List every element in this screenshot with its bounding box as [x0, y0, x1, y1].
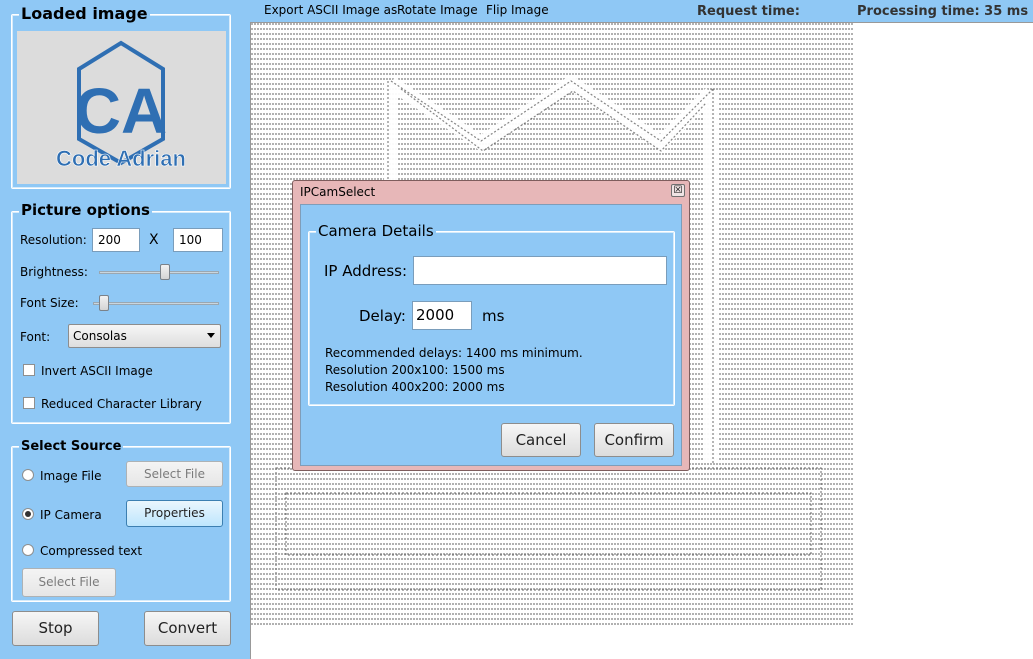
resolution-200-note: Resolution 200x100: 1500 ms: [325, 363, 505, 377]
logo-letters: CA: [75, 75, 167, 147]
ip-camera-label: IP Camera: [40, 508, 102, 522]
image-file-label: Image File: [40, 469, 102, 483]
menu-export[interactable]: Export ASCII Image as: [264, 3, 397, 17]
font-select[interactable]: Consolas: [68, 324, 221, 348]
dialog-body: Camera Details IP Address: Delay: 2000 m…: [300, 204, 682, 466]
menu-flip[interactable]: Flip Image: [486, 3, 549, 17]
brightness-label: Brightness:: [20, 265, 88, 279]
logo-caption: Code Adrian: [56, 146, 186, 171]
code-adrian-logo: CA Code Adrian: [56, 40, 186, 171]
font-select-value: Consolas: [73, 329, 127, 343]
cancel-button[interactable]: Cancel: [501, 423, 581, 457]
ipcam-select-dialog: IPCamSelect ☒ Camera Details IP Address:…: [292, 180, 690, 471]
reduced-library-checkbox[interactable]: [23, 397, 35, 409]
request-time-label: Request time:: [697, 4, 800, 19]
loaded-image-preview: CA Code Adrian: [17, 31, 226, 184]
image-file-radio[interactable]: [22, 469, 34, 481]
loaded-image-group: Loaded image CA Code Adrian: [11, 4, 231, 189]
resolution-height-input[interactable]: 100: [173, 228, 223, 252]
brightness-slider-thumb[interactable]: [160, 264, 170, 280]
picture-options-title: Picture options: [19, 201, 152, 219]
close-icon[interactable]: ☒: [671, 184, 685, 197]
dialog-titlebar[interactable]: IPCamSelect: [293, 181, 689, 202]
recommended-delay-note: Recommended delays: 1400 ms minimum.: [325, 346, 583, 360]
camera-details-title: Camera Details: [316, 222, 436, 240]
ip-camera-radio[interactable]: [22, 508, 34, 520]
reduced-library-label: Reduced Character Library: [41, 397, 202, 411]
font-size-slider[interactable]: [93, 302, 219, 305]
convert-button[interactable]: Convert: [144, 611, 231, 646]
compressed-select-file-button[interactable]: Select File: [22, 568, 116, 597]
font-label: Font:: [20, 330, 51, 344]
font-size-label: Font Size:: [20, 296, 79, 310]
resolution-400-note: Resolution 400x200: 2000 ms: [325, 380, 505, 394]
invert-checkbox[interactable]: [23, 364, 35, 376]
delay-label: Delay:: [359, 307, 406, 325]
select-source-group: Select Source Image File Select File IP …: [11, 439, 231, 602]
compressed-text-label: Compressed text: [40, 544, 143, 558]
chevron-down-icon: [207, 333, 215, 338]
confirm-button[interactable]: Confirm: [594, 423, 674, 457]
brightness-slider[interactable]: [99, 271, 219, 274]
dialog-title: IPCamSelect: [300, 185, 376, 199]
resolution-label: Resolution:: [20, 233, 87, 247]
invert-label: Invert ASCII Image: [41, 364, 153, 378]
picture-options-group: Picture options Resolution: 200 X 100 Br…: [11, 201, 231, 424]
menu-rotate[interactable]: Rotate Image: [397, 3, 478, 17]
camera-details-group: Camera Details IP Address: Delay: 2000 m…: [308, 222, 675, 406]
stop-button[interactable]: Stop: [12, 611, 99, 646]
delay-unit-label: ms: [482, 307, 505, 325]
resolution-x-label: X: [149, 232, 159, 248]
processing-time-label: Processing time: 35 ms: [857, 4, 1029, 19]
image-select-file-button[interactable]: Select File: [126, 461, 223, 487]
ip-address-input[interactable]: [413, 256, 667, 285]
ip-address-label: IP Address:: [324, 262, 408, 280]
properties-button[interactable]: Properties: [126, 500, 223, 527]
loaded-image-title: Loaded image: [19, 4, 150, 23]
resolution-width-input[interactable]: 200: [92, 228, 140, 252]
font-size-slider-thumb[interactable]: [99, 295, 109, 311]
delay-input[interactable]: 2000: [412, 301, 472, 330]
select-source-title: Select Source: [19, 439, 124, 454]
compressed-text-radio[interactable]: [22, 544, 34, 556]
